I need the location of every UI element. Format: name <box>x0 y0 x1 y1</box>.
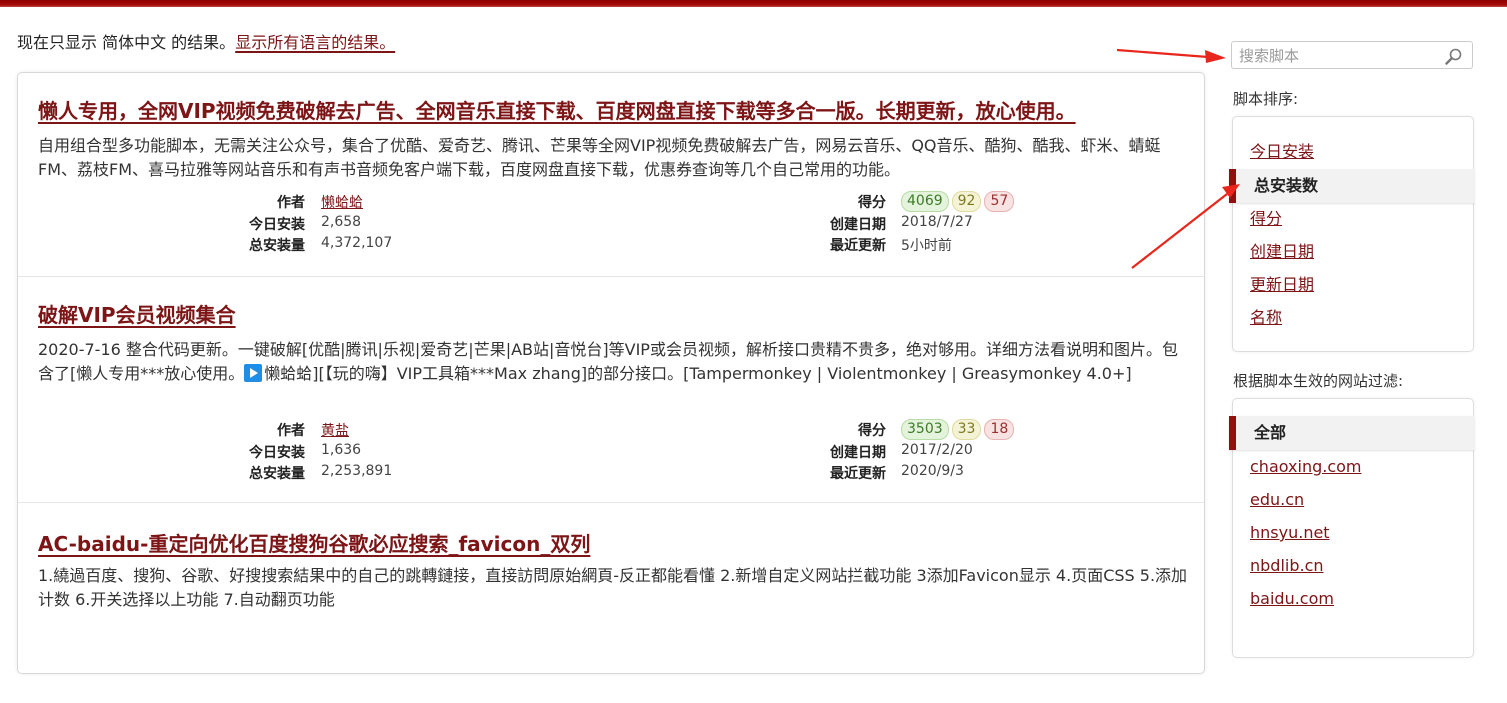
author-link[interactable]: 黄盐 <box>321 423 349 439</box>
language-notice-text: 现在只显示 简体中文 的结果。 <box>17 33 236 52</box>
script-description: 自用组合型多功能脚本，无需关注公众号，集合了优酷、爱奇艺、腾讯、芒果等全网VIP… <box>38 136 1161 179</box>
created-date-label: 创建日期 <box>830 217 886 233</box>
site-filter-item[interactable]: chaoxing.com <box>1229 450 1474 484</box>
site-filter-label[interactable]: nbdlib.cn <box>1250 556 1324 575</box>
rating-good-badge: 3503 <box>901 419 949 440</box>
rating-bad-badge: 57 <box>984 191 1015 212</box>
total-installs-label: 总安装量 <box>249 466 305 482</box>
script-title-link[interactable]: 懒人专用，全网VIP视频免费破解去广告、全网音乐直接下载、百度网盘直接下载等多合… <box>38 95 1076 124</box>
meta-row-2: 今日安装 1,636 创建日期 2017/2/20 <box>18 442 1204 463</box>
sort-option-name[interactable]: 名称 <box>1229 301 1474 335</box>
sort-options: 今日安装 总安装数 得分 创建日期 更新日期 名称 <box>1229 116 1474 352</box>
updated-date-value: 5小时前 <box>901 238 952 254</box>
author-label: 作者 <box>277 423 305 439</box>
sort-option-created[interactable]: 创建日期 <box>1229 235 1474 269</box>
total-installs-value: 4,372,107 <box>321 235 393 251</box>
sort-option-label[interactable]: 创建日期 <box>1250 242 1314 261</box>
total-installs-value: 2,253,891 <box>321 463 393 479</box>
meta-row-3: 总安装量 4,372,107 最近更新 5小时前 <box>18 235 1204 256</box>
daily-installs-label: 今日安装 <box>249 445 305 461</box>
site-filter-all[interactable]: 全部 <box>1229 416 1474 450</box>
sort-option-score[interactable]: 得分 <box>1229 202 1474 236</box>
arrow-to-search-icon <box>1116 48 1226 63</box>
site-filter-item[interactable]: nbdlib.cn <box>1229 549 1474 583</box>
site-filter-label[interactable]: chaoxing.com <box>1250 457 1362 476</box>
show-all-languages-link[interactable]: 显示所有语言的结果。 <box>235 33 395 52</box>
site-filter-label[interactable]: edu.cn <box>1250 490 1304 509</box>
search-icon[interactable] <box>1445 48 1463 69</box>
daily-installs-value: 2,658 <box>321 214 362 230</box>
script-title-link[interactable]: AC-baidu-重定向优化百度搜狗谷歌必应搜索_favicon_双列 <box>38 528 590 557</box>
updated-date-label: 最近更新 <box>830 466 886 482</box>
script-title-link[interactable]: 破解VIP会员视频集合 <box>38 299 236 328</box>
daily-installs-value: 1,636 <box>321 442 362 458</box>
score-label: 得分 <box>858 195 886 211</box>
language-notice: 现在只显示 简体中文 的结果。显示所有语言的结果。 <box>17 29 395 53</box>
meta-row-3: 总安装量 2,253,891 最近更新 2020/9/3 <box>18 463 1204 484</box>
rating-ok-badge: 92 <box>951 191 982 212</box>
script-description-part-2: 懒蛤蛤][【玩的嗨】VIP工具箱***Max zhang]的部分接口。[Tamp… <box>264 363 1132 383</box>
site-filter-item[interactable]: hnsyu.net <box>1229 516 1474 550</box>
sort-option-label[interactable]: 名称 <box>1250 308 1282 327</box>
site-filter-item[interactable]: edu.cn <box>1229 483 1474 517</box>
score-label: 得分 <box>858 423 886 439</box>
rating-ok-badge: 33 <box>951 419 982 440</box>
author-label: 作者 <box>277 195 305 211</box>
updated-date-value: 2020/9/3 <box>901 463 964 479</box>
script-entry: 懒人专用，全网VIP视频免费破解去广告、全网音乐直接下载、百度网盘直接下载等多合… <box>18 73 1204 276</box>
meta-row-1: 作者 懒蛤蛤 得分 4069 92 57 <box>18 191 1204 213</box>
sort-option-label[interactable]: 得分 <box>1250 209 1282 228</box>
created-date-value: 2018/7/27 <box>901 214 973 230</box>
sort-heading: 脚本排序: <box>1233 90 1299 108</box>
search-box <box>1231 41 1473 69</box>
meta-row-2: 今日安装 2,658 创建日期 2018/7/27 <box>18 214 1204 235</box>
sort-option-total-installs[interactable]: 总安装数 <box>1229 169 1474 203</box>
script-list: 懒人专用，全网VIP视频免费破解去广告、全网音乐直接下载、百度网盘直接下载等多合… <box>17 72 1205 674</box>
created-date-value: 2017/2/20 <box>901 442 973 458</box>
sort-option-label[interactable]: 更新日期 <box>1250 275 1314 294</box>
author-link[interactable]: 懒蛤蛤 <box>321 195 363 211</box>
rating-bad-badge: 18 <box>984 419 1015 440</box>
script-description: 2020-7-16 整合代码更新。一键破解[优酷|腾讯|乐视|爱奇艺|芒果|AB… <box>38 338 1188 385</box>
site-filter-options: 全部 chaoxing.com edu.cn hnsyu.net nbdlib.… <box>1229 398 1474 658</box>
meta-row-1: 作者 黄盐 得分 3503 33 18 <box>18 419 1204 441</box>
updated-date-label: 最近更新 <box>830 238 886 254</box>
sort-option-label[interactable]: 今日安装 <box>1250 142 1314 161</box>
created-date-label: 创建日期 <box>830 445 886 461</box>
script-description: 1.繞過百度、搜狗、谷歌、好搜搜索結果中的自己的跳轉鏈接，直接訪問原始網頁-反正… <box>38 566 1188 609</box>
top-bar <box>0 0 1507 7</box>
site-filter-label[interactable]: baidu.com <box>1250 589 1334 608</box>
sort-option-daily-installs[interactable]: 今日安装 <box>1229 135 1474 169</box>
sort-option-updated[interactable]: 更新日期 <box>1229 268 1474 302</box>
script-entry: AC-baidu-重定向优化百度搜狗谷歌必应搜索_favicon_双列 1.繞過… <box>18 502 1204 703</box>
site-filter-heading: 根据脚本生效的网站过滤: <box>1233 372 1404 390</box>
daily-installs-label: 今日安装 <box>249 217 305 233</box>
rating-good-badge: 4069 <box>901 191 949 212</box>
search-input[interactable] <box>1237 44 1441 68</box>
play-icon <box>244 363 263 382</box>
site-filter-item[interactable]: baidu.com <box>1229 582 1474 616</box>
script-entry: 破解VIP会员视频集合 2020-7-16 整合代码更新。一键破解[优酷|腾讯|… <box>18 276 1204 503</box>
site-filter-label[interactable]: hnsyu.net <box>1250 523 1330 542</box>
total-installs-label: 总安装量 <box>249 238 305 254</box>
